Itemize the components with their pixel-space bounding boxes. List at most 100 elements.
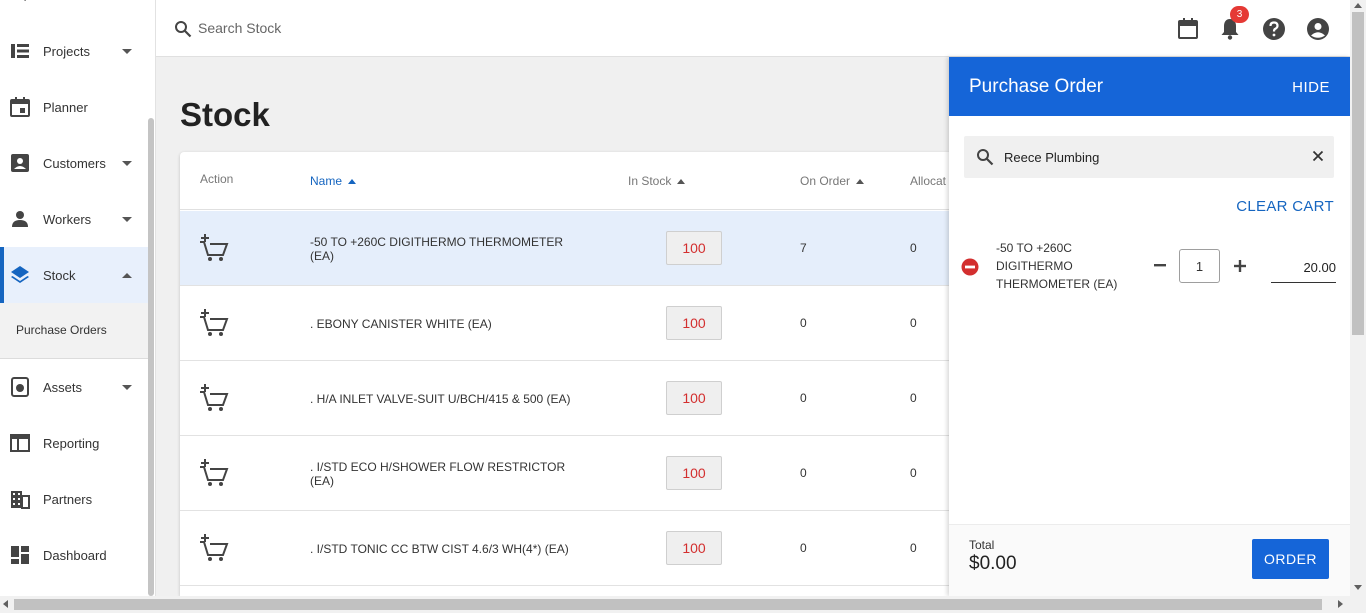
cell-on-order: 0 xyxy=(800,316,807,330)
chevron-down-icon xyxy=(122,216,132,222)
sidebar-item-label: Dashboard xyxy=(43,547,107,563)
close-icon[interactable] xyxy=(1312,150,1324,162)
chevron-down-icon xyxy=(122,160,132,166)
list-icon xyxy=(11,44,29,58)
horizontal-scrollbar[interactable] xyxy=(0,596,1366,613)
table-row[interactable]: . I/STD TONIC CC BTW CIST 4.6/3 WH(4*) (… xyxy=(180,511,950,586)
notification-badge: 3 xyxy=(1230,6,1249,23)
add-to-cart-icon[interactable] xyxy=(199,533,229,563)
search-input[interactable] xyxy=(198,17,498,39)
order-button[interactable]: ORDER xyxy=(1252,539,1329,579)
hide-button[interactable]: HIDE xyxy=(1292,79,1330,96)
sidebar-item-dashboard[interactable]: Dashboard xyxy=(0,527,150,583)
clear-cart-button[interactable]: CLEAR CART xyxy=(1236,198,1334,215)
cell-name: -50 TO +260C DIGITHERMO THERMOMETER (EA) xyxy=(310,234,564,263)
add-to-cart-icon[interactable] xyxy=(199,308,229,338)
back-arrow-icon[interactable] xyxy=(14,0,30,6)
calendar-icon[interactable] xyxy=(1176,17,1200,41)
cell-in-stock[interactable]: 100 xyxy=(666,381,722,415)
table-row[interactable]: . EBONY CANISTER WHITE (EA) 100 0 0 xyxy=(180,286,950,361)
scroll-right-arrow-icon[interactable] xyxy=(1338,600,1343,608)
page-title: Stock xyxy=(180,96,270,133)
dashboard-icon xyxy=(11,546,29,564)
sidebar-item-projects[interactable]: Projects xyxy=(0,23,150,79)
scrollbar-thumb[interactable] xyxy=(1352,12,1364,335)
column-header-on-order[interactable]: On Order xyxy=(800,174,865,188)
account-icon[interactable] xyxy=(1306,17,1330,41)
cart-item-name: -50 TO +260C DIGITHERMO THERMOMETER (EA) xyxy=(996,241,1118,291)
cell-in-stock[interactable]: 100 xyxy=(666,531,722,565)
price-input[interactable] xyxy=(1271,253,1336,283)
sidebar-item-label: Projects xyxy=(43,43,90,59)
calendar-icon xyxy=(10,97,30,117)
column-header-in-stock[interactable]: In Stock xyxy=(628,174,686,188)
sidebar-item-assets[interactable]: Assets xyxy=(0,359,150,415)
table-icon xyxy=(10,434,30,452)
help-icon[interactable] xyxy=(1262,17,1286,41)
column-header-action: Action xyxy=(200,172,234,186)
column-header-allocated[interactable]: Allocat xyxy=(910,174,946,188)
scrollbar-thumb[interactable] xyxy=(14,599,1322,610)
sidebar-item-workers[interactable]: Workers xyxy=(0,191,150,247)
sidebar-subitem-purchase-orders[interactable]: Purchase Orders xyxy=(16,323,107,337)
scroll-up-arrow-icon[interactable] xyxy=(1354,3,1362,8)
cell-in-stock[interactable]: 100 xyxy=(666,456,722,490)
stock-table: Action Name In Stock On Order Allocat -5… xyxy=(180,152,950,596)
cell-allocated: 0 xyxy=(910,316,917,330)
sidebar: Projects Planner Customers Workers Stock… xyxy=(0,0,156,596)
remove-circle-icon[interactable] xyxy=(961,258,979,276)
search-icon xyxy=(977,149,994,166)
supplier-input[interactable] xyxy=(1004,147,1304,167)
sidebar-item-partners[interactable]: Partners xyxy=(0,471,150,527)
purchase-order-title: Purchase Order xyxy=(969,76,1104,97)
sidebar-item-customers[interactable]: Customers xyxy=(0,135,150,191)
table-row[interactable]: -50 TO +260C DIGITHERMO THERMOMETER (EA)… xyxy=(180,211,950,286)
vertical-scrollbar[interactable] xyxy=(1350,0,1366,596)
topbar xyxy=(156,0,1350,57)
minus-icon[interactable] xyxy=(1152,256,1168,274)
scroll-left-arrow-icon[interactable] xyxy=(3,600,8,608)
cell-on-order: 7 xyxy=(800,241,807,255)
add-to-cart-icon[interactable] xyxy=(199,233,229,263)
cell-allocated: 0 xyxy=(910,541,917,555)
id-card-icon xyxy=(11,154,29,172)
stock-submenu: Purchase Orders xyxy=(0,303,150,359)
cell-name: . I/STD ECO H/SHOWER FLOW RESTRICTOR (EA… xyxy=(310,459,566,488)
column-header-label: In Stock xyxy=(628,174,672,188)
sort-ascending-icon xyxy=(677,179,686,184)
purchase-order-panel: Purchase Order HIDE CLEAR CART -50 TO +2… xyxy=(949,57,1350,596)
table-row[interactable]: . I/STD ECO H/SHOWER FLOW RESTRICTOR (EA… xyxy=(180,436,950,511)
sidebar-item-planner[interactable]: Planner xyxy=(0,79,150,135)
plus-icon[interactable] xyxy=(1232,258,1248,274)
cell-name: . I/STD TONIC CC BTW CIST 4.6/3 WH(4*) (… xyxy=(310,541,569,556)
person-icon xyxy=(12,211,28,227)
add-to-cart-icon[interactable] xyxy=(199,383,229,413)
building-icon xyxy=(11,491,30,509)
cell-in-stock[interactable]: 100 xyxy=(666,231,722,265)
chevron-up-icon xyxy=(122,272,132,278)
column-header-label: Name xyxy=(310,174,343,188)
column-header-name[interactable]: Name xyxy=(310,174,357,188)
column-header-label: On Order xyxy=(800,174,851,188)
active-indicator xyxy=(0,247,4,303)
sidebar-item-label: Stock xyxy=(43,267,76,283)
add-to-cart-icon[interactable] xyxy=(199,458,229,488)
sidebar-scrollbar[interactable] xyxy=(148,118,154,596)
quantity-input[interactable] xyxy=(1179,249,1220,283)
sidebar-item-reporting[interactable]: Reporting xyxy=(0,415,150,471)
sort-ascending-icon xyxy=(348,179,357,184)
sidebar-item-label: Assets xyxy=(43,379,83,395)
cell-on-order: 0 xyxy=(800,541,807,555)
layers-icon xyxy=(11,266,29,283)
total-label: Total xyxy=(969,538,995,552)
sidebar-item-stock[interactable]: Stock xyxy=(0,247,150,303)
chevron-down-icon xyxy=(122,384,132,390)
table-row[interactable]: . H/A INLET VALVE-SUIT U/BCH/415 & 500 (… xyxy=(180,361,950,436)
supplier-search xyxy=(964,136,1334,178)
cell-in-stock[interactable]: 100 xyxy=(666,306,722,340)
total-value: $0.00 xyxy=(969,553,1017,574)
cell-name: . H/A INLET VALVE-SUIT U/BCH/415 & 500 (… xyxy=(310,391,571,406)
sidebar-item-label: Planner xyxy=(43,99,88,115)
scroll-down-arrow-icon[interactable] xyxy=(1354,585,1362,590)
cell-name: . EBONY CANISTER WHITE (EA) xyxy=(310,316,492,331)
